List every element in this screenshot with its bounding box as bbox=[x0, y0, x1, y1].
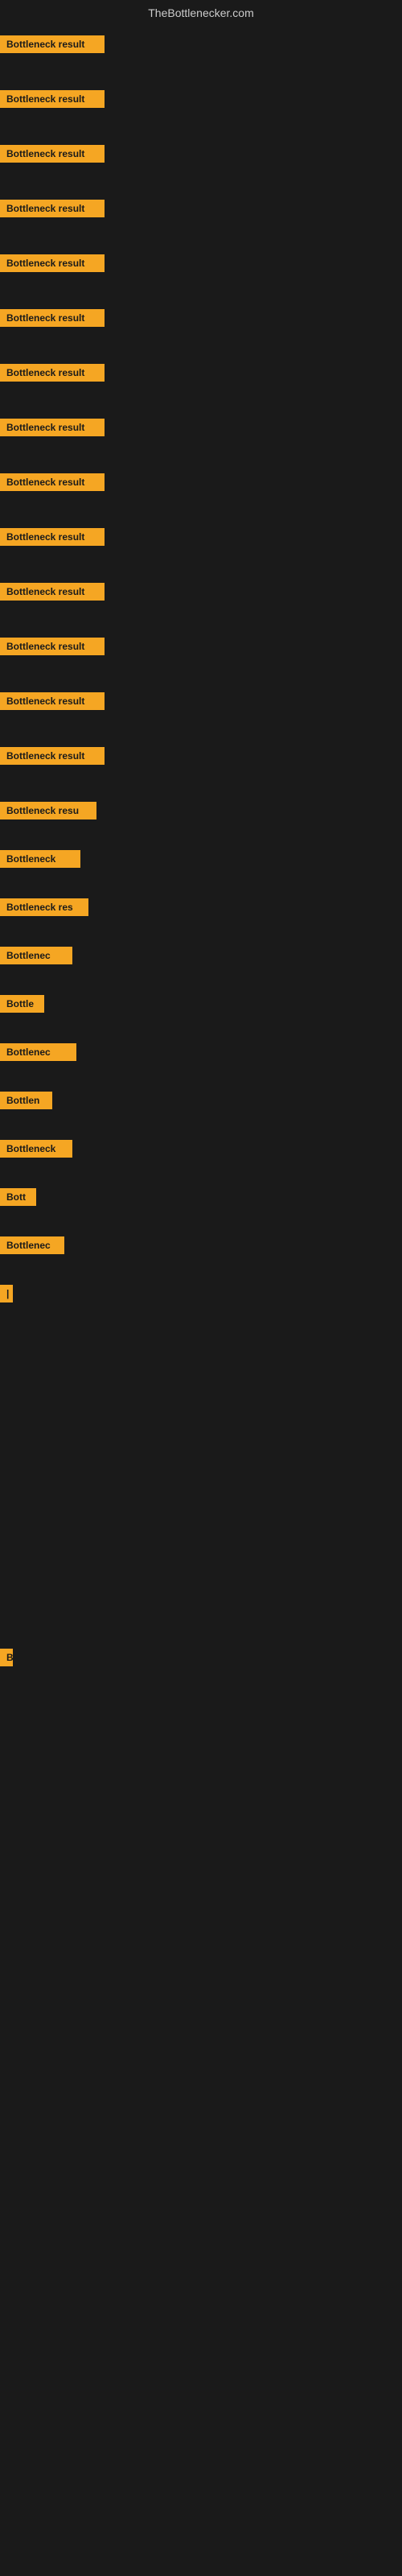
row-spacer bbox=[0, 60, 402, 84]
row-spacer bbox=[0, 1586, 402, 1642]
site-title: TheBottlenecker.com bbox=[148, 6, 254, 19]
bottleneck-row: Bottlenec bbox=[0, 1037, 402, 1067]
bottleneck-row: Bottleneck result bbox=[0, 522, 402, 552]
site-header: TheBottlenecker.com bbox=[0, 0, 402, 29]
bottleneck-row: Bottleneck result bbox=[0, 686, 402, 716]
row-spacer bbox=[0, 1447, 402, 1504]
bottleneck-row: Bottleneck result bbox=[0, 193, 402, 224]
row-spacer bbox=[0, 971, 402, 989]
row-spacer bbox=[0, 1067, 402, 1085]
row-spacer bbox=[0, 607, 402, 631]
bottleneck-badge[interactable]: Bott bbox=[0, 1188, 36, 1206]
bottleneck-row: Bottleneck result bbox=[0, 248, 402, 279]
bottleneck-badge[interactable]: Bottlenec bbox=[0, 1236, 64, 1254]
bottleneck-badge[interactable]: Bottle bbox=[0, 995, 44, 1013]
row-spacer bbox=[0, 114, 402, 138]
bottleneck-row: Bottleneck result bbox=[0, 631, 402, 662]
bottleneck-row: Bottleneck result bbox=[0, 84, 402, 114]
bottleneck-badge[interactable]: Bottlen bbox=[0, 1092, 52, 1109]
bottleneck-badge[interactable]: Bottleneck res bbox=[0, 898, 88, 916]
bottleneck-badge[interactable]: Bottleneck result bbox=[0, 200, 105, 217]
bottleneck-badge[interactable]: | bbox=[0, 1285, 13, 1302]
row-spacer bbox=[0, 716, 402, 741]
row-spacer bbox=[0, 279, 402, 303]
rows-container: Bottleneck result Bottleneck result Bottle… bbox=[0, 29, 402, 2075]
bottleneck-badge[interactable]: Bottleneck result bbox=[0, 35, 105, 53]
bottleneck-badge[interactable]: Bottleneck result bbox=[0, 364, 105, 382]
bottleneck-row: Bottleneck result bbox=[0, 303, 402, 333]
bottleneck-row: Bottleneck result bbox=[0, 138, 402, 169]
row-spacer bbox=[0, 1261, 402, 1278]
row-spacer bbox=[0, 1673, 402, 1729]
row-spacer bbox=[0, 826, 402, 844]
bottleneck-row bbox=[0, 1573, 402, 1586]
bottleneck-row: Bottleneck bbox=[0, 1133, 402, 1164]
row-spacer bbox=[0, 1309, 402, 1365]
row-spacer bbox=[0, 1212, 402, 1230]
bottleneck-badge[interactable]: Bottleneck result bbox=[0, 583, 105, 601]
row-spacer bbox=[0, 443, 402, 467]
bottleneck-badge[interactable]: Bottlenec bbox=[0, 1043, 76, 1061]
bottleneck-row: Bottleneck result bbox=[0, 29, 402, 60]
bottleneck-row bbox=[0, 1435, 402, 1447]
bottleneck-row: Bottleneck result bbox=[0, 357, 402, 388]
bottleneck-row bbox=[0, 1868, 402, 1880]
row-spacer bbox=[0, 1164, 402, 1182]
bottleneck-row bbox=[0, 2006, 402, 2019]
bottleneck-row: Bottlenec bbox=[0, 1230, 402, 1261]
row-spacer bbox=[0, 169, 402, 193]
bottleneck-row: Bottlen bbox=[0, 1085, 402, 1116]
row-spacer bbox=[0, 1811, 402, 1868]
bottleneck-row bbox=[0, 1937, 402, 1950]
row-spacer bbox=[0, 497, 402, 522]
bottleneck-badge[interactable]: Bottleneck result bbox=[0, 254, 105, 272]
bottleneck-badge[interactable]: Bottleneck resu bbox=[0, 802, 96, 819]
row-spacer bbox=[0, 1019, 402, 1037]
row-spacer bbox=[0, 1116, 402, 1133]
row-spacer bbox=[0, 224, 402, 248]
bottleneck-row: Bottleneck result bbox=[0, 467, 402, 497]
bottleneck-badge[interactable]: Bottleneck result bbox=[0, 638, 105, 655]
row-spacer bbox=[0, 771, 402, 795]
bottleneck-row: Bottleneck result bbox=[0, 576, 402, 607]
bottleneck-row: Bott bbox=[0, 1182, 402, 1212]
bottleneck-row: Bottleneck result bbox=[0, 741, 402, 771]
bottleneck-badge[interactable]: Bottleneck result bbox=[0, 309, 105, 327]
bottleneck-row: Bottle bbox=[0, 989, 402, 1019]
bottleneck-badge[interactable]: Bottleneck result bbox=[0, 145, 105, 163]
row-spacer bbox=[0, 552, 402, 576]
bottleneck-row: Bottleneck bbox=[0, 844, 402, 874]
row-spacer bbox=[0, 2019, 402, 2075]
bottleneck-row: | bbox=[0, 1278, 402, 1309]
row-spacer bbox=[0, 388, 402, 412]
bottleneck-row bbox=[0, 1798, 402, 1811]
bottleneck-badge[interactable]: Bottleneck result bbox=[0, 419, 105, 436]
bottleneck-badge[interactable]: Bottleneck bbox=[0, 850, 80, 868]
bottleneck-badge[interactable]: Bottleneck result bbox=[0, 692, 105, 710]
bottleneck-row: Bottleneck resu bbox=[0, 795, 402, 826]
bottleneck-badge[interactable]: Bottleneck bbox=[0, 1140, 72, 1158]
bottleneck-row bbox=[0, 1504, 402, 1517]
bottleneck-badge[interactable]: Bottleneck result bbox=[0, 528, 105, 546]
bottleneck-row: B bbox=[0, 1642, 402, 1673]
bottleneck-row bbox=[0, 1729, 402, 1742]
bottleneck-badge[interactable]: B bbox=[0, 1649, 13, 1666]
row-spacer bbox=[0, 1880, 402, 1937]
row-spacer bbox=[0, 874, 402, 892]
bottleneck-badge[interactable]: Bottleneck result bbox=[0, 747, 105, 765]
bottleneck-row bbox=[0, 1365, 402, 1378]
bottleneck-row: Bottlenec bbox=[0, 940, 402, 971]
row-spacer bbox=[0, 1742, 402, 1798]
row-spacer bbox=[0, 333, 402, 357]
bottleneck-badge[interactable]: Bottleneck result bbox=[0, 90, 105, 108]
row-spacer bbox=[0, 923, 402, 940]
bottleneck-badge[interactable]: Bottlenec bbox=[0, 947, 72, 964]
row-spacer bbox=[0, 1378, 402, 1435]
row-spacer bbox=[0, 1517, 402, 1573]
bottleneck-row: Bottleneck result bbox=[0, 412, 402, 443]
bottleneck-badge[interactable]: Bottleneck result bbox=[0, 473, 105, 491]
bottleneck-row: Bottleneck res bbox=[0, 892, 402, 923]
row-spacer bbox=[0, 1950, 402, 2006]
row-spacer bbox=[0, 662, 402, 686]
